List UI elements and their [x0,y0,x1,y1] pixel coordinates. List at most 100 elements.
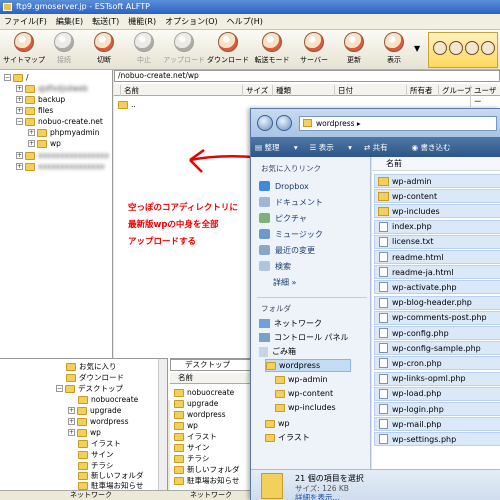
menu-file[interactable]: ファイル(F) [4,16,47,27]
expand-icon[interactable]: + [16,163,23,170]
file-row[interactable]: wp-links-opml.php [374,371,500,386]
file-row[interactable]: wp-mail.php [374,417,500,432]
column-name[interactable]: 名前 [120,85,139,96]
file-row[interactable]: index.php [374,219,500,234]
tree-item-nobuo-create[interactable]: − nobuo-create.net [16,116,103,127]
file-row[interactable]: wp-settings.php [374,432,500,447]
view-button[interactable]: 表示 [372,32,416,68]
folder-wp-includes[interactable]: wp-includes [275,401,336,414]
more-link[interactable]: 詳細 » [273,275,296,289]
tree-item-backup[interactable]: + backup [16,94,65,105]
folder-illust[interactable]: イラスト [265,431,310,444]
local-tree[interactable]: お気に入り ダウンロード − デスクトップ nobuocreate + upgrad… [0,358,168,490]
menu-options[interactable]: オプション(O) [165,16,218,27]
forward-icon[interactable] [276,115,292,131]
views-button[interactable]: ☰ 表示 ▾ [310,142,352,153]
column-user[interactable]: ユーザー [470,85,500,107]
tree-item-files[interactable]: + files [16,105,53,116]
file-row[interactable]: wp-comments-post.php [374,310,500,325]
local-tree-item[interactable]: + wordpress [68,416,129,427]
expand-icon[interactable]: + [68,407,75,414]
show-details-link[interactable]: 詳細を表示... [295,492,340,500]
file-row[interactable]: license.txt [374,234,500,249]
folder-network[interactable]: ネットワーク [259,317,322,330]
column-type[interactable]: 種類 [272,85,291,96]
explorer-file-list[interactable]: 名前 wp-admin wp-content wp-includes index.ph… [372,157,500,481]
menu-transfer[interactable]: 転送(T) [92,16,119,27]
local-list-item[interactable]: wp [174,420,198,431]
folder-control-panel[interactable]: コントロール パネル [259,331,349,344]
address-field[interactable]: wordpress ▸ [299,116,497,131]
local-list-item[interactable]: 駐車場お知らせ [174,475,239,486]
local-tree-item[interactable]: + wp [68,427,101,438]
transfer-mode-button[interactable]: 転送モード [250,32,294,68]
expand-icon[interactable]: + [16,96,23,103]
favorite-pictures[interactable]: ピクチャ [259,211,307,225]
local-tree-item[interactable]: イラスト [78,438,121,449]
local-path-field[interactable]: デスクトップ [170,359,252,371]
remote-path-field[interactable]: /nobuo-create.net/wp [114,70,500,82]
back-icon[interactable] [257,115,273,131]
local-tree-item[interactable]: nobuocreate [78,394,138,405]
remote-tree[interactable]: − / + qjdfxdjsdweb + backup + files − nobuo-c… [0,70,113,400]
local-tree-scrollbar[interactable] [158,359,167,490]
burn-button[interactable]: ◉ 書き込む [412,142,463,153]
file-row[interactable]: wp-config-sample.php [374,341,500,356]
parent-directory-row[interactable]: .. [118,100,136,109]
column-owner[interactable]: 所有者 [406,85,433,96]
column-size[interactable]: サイズ [242,85,268,96]
expand-icon[interactable]: + [16,152,23,159]
local-tree-favorites[interactable]: お気に入り [66,361,117,372]
local-tree-item[interactable]: サイン [78,449,114,460]
favorite-documents[interactable]: ドキュメント [259,195,323,209]
stop-button[interactable]: 中止 [122,32,166,68]
collapse-icon[interactable]: − [56,385,63,392]
local-list-item[interactable]: イラスト [174,431,217,442]
collapse-icon[interactable]: − [16,118,23,125]
local-tree-desktop[interactable]: − デスクトップ [56,383,123,394]
column-group[interactable]: グループ [438,85,472,96]
favorite-recent[interactable]: 最近の変更 [259,243,315,257]
disconnect-button[interactable]: 切断 [82,32,126,68]
tree-item-wp[interactable]: + wp [28,138,61,149]
folder-wordpress[interactable]: wordpress [265,359,351,372]
server-button[interactable]: サーバー [292,32,336,68]
file-row[interactable]: wp-blog-header.php [374,295,500,310]
tree-item-hidden[interactable]: + xxxxxxxxxxxxxxx [16,161,105,172]
file-row[interactable]: wp-content [374,189,500,204]
file-row[interactable]: wp-config.php [374,326,500,340]
upload-button[interactable]: アップロード [162,32,206,68]
local-list-item[interactable]: wordpress [174,409,226,420]
expand-icon[interactable]: + [28,129,35,136]
menu-edit[interactable]: 編集(E) [56,16,83,27]
expand-icon[interactable]: + [28,140,35,147]
file-row[interactable]: wp-activate.php [374,280,500,295]
toolbar-dropdown-icon[interactable]: ▼ [414,44,420,53]
menu-help[interactable]: ヘルプ(H) [227,16,263,27]
download-button[interactable]: ダウンロード [206,32,250,68]
file-row[interactable]: wp-login.php [374,402,500,416]
expand-icon[interactable]: + [68,429,75,436]
folder-wp-admin[interactable]: wp-admin [275,373,328,386]
local-list-item[interactable]: 新しいフォルダ [174,464,240,475]
tree-root[interactable]: − / [4,72,29,83]
favorite-music[interactable]: ミュージック [259,227,323,241]
local-tree-item[interactable]: + upgrade [68,405,121,416]
tree-item-hidden[interactable]: + xxxxxxxxxxxxxxxx [16,150,109,161]
folder-recycle-bin[interactable]: ごみ箱 [259,345,296,358]
tree-item-phpmyadmin[interactable]: + phpmyadmin [28,127,100,138]
favorite-search[interactable]: 検索 [259,259,291,273]
expand-icon[interactable]: + [16,85,23,92]
folder-wp-content[interactable]: wp-content [275,387,333,400]
expand-icon[interactable]: + [68,418,75,425]
menu-function[interactable]: 機能(R) [128,16,156,27]
refresh-button[interactable]: 更新 [332,32,376,68]
file-row[interactable]: wp-cron.php [374,356,500,371]
column-name-header[interactable]: 名前 [372,157,500,171]
connect-button[interactable]: 接続 [42,32,86,68]
local-list-item[interactable]: サイン [174,442,210,453]
expand-icon[interactable]: + [16,107,23,114]
column-date[interactable]: 日付 [334,85,353,96]
file-row[interactable]: wp-admin [374,174,500,188]
file-row[interactable]: readme.html [374,250,500,264]
